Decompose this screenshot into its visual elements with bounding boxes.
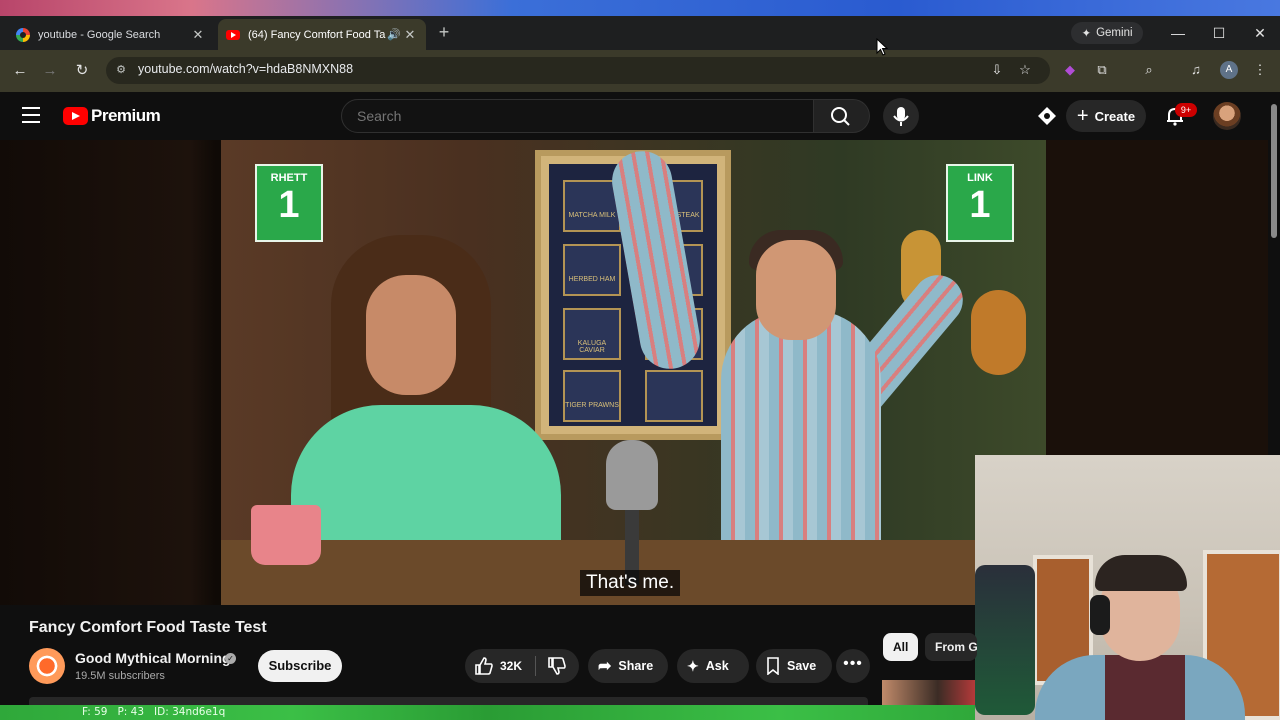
back-arrow-icon[interactable]: ← [10, 61, 30, 81]
tab-title: (64) Fancy Comfort Food Ta [248, 28, 386, 41]
like-count[interactable]: 32K [500, 659, 522, 673]
menu-tile: HERBED HAM [563, 244, 621, 296]
channel-name[interactable]: Good Mythical Morning [75, 650, 231, 666]
description-box-edge[interactable] [29, 697, 868, 705]
desktop-background [0, 0, 1280, 16]
score-value: 1 [278, 184, 300, 226]
create-label: Create [1094, 108, 1136, 124]
stream-stats-text: F: 59 P: 43 ID: 34nd6e1q [82, 706, 226, 718]
voice-search-button[interactable] [883, 98, 919, 134]
maximize-window-icon[interactable]: ☐ [1210, 24, 1228, 42]
share-button[interactable]: ➦ Share [588, 649, 668, 683]
verified-check-icon: ✓ [225, 653, 236, 664]
close-window-icon[interactable]: ✕ [1251, 24, 1269, 42]
hamburger-menu-icon[interactable] [22, 107, 40, 123]
browser-profile-avatar[interactable]: A [1220, 61, 1238, 79]
related-video-thumbnail[interactable] [882, 680, 975, 705]
streamer-webcam-overlay [975, 455, 1280, 720]
close-tab-icon[interactable]: ✕ [190, 27, 206, 43]
menu-tile: KALUGA CAVIAR [563, 308, 621, 360]
search-button[interactable] [814, 99, 870, 133]
search-box [341, 99, 814, 133]
gemini-label: Gemini [1096, 27, 1133, 39]
channel-avatar[interactable] [29, 648, 65, 684]
tab-google-search[interactable]: youtube - Google Search ✕ [8, 19, 214, 50]
youtube-logo-icon[interactable] [63, 107, 88, 125]
chip-from-channel[interactable]: From G [925, 633, 977, 661]
mouse-cursor-icon [876, 38, 888, 56]
scrollbar-thumb[interactable] [1271, 104, 1277, 238]
tab-title: youtube - Google Search [38, 28, 161, 41]
tab-youtube-video[interactable]: (64) Fancy Comfort Food Ta 🔊 ✕ [218, 19, 426, 50]
video-title: Fancy Comfort Food Taste Test [29, 619, 267, 636]
video-caption: That's me. [580, 570, 681, 596]
video-frame[interactable]: MATCHA MILK WAGYU STEAK HERBED HAM ...RO… [221, 140, 1046, 605]
score-name: LINK [967, 172, 993, 184]
ask-button[interactable]: ✦ Ask [677, 649, 749, 683]
audio-playing-icon[interactable]: 🔊 [386, 28, 402, 41]
save-label: Save [787, 659, 817, 673]
new-tab-button[interactable]: + [434, 22, 454, 42]
notification-count-badge: 9+ [1175, 103, 1197, 117]
youtube-apps-icon[interactable] [1037, 106, 1057, 126]
chip-all[interactable]: All [883, 633, 919, 661]
video-player-backdrop-right [1046, 140, 1268, 460]
account-avatar[interactable] [1213, 102, 1241, 130]
search-icon [831, 107, 850, 126]
like-divider [535, 656, 536, 676]
subscriber-count: 19.5M subscribers [75, 670, 165, 682]
studio-microphone [606, 440, 658, 510]
tab-search-icon[interactable]: ⌕ [1140, 61, 1158, 79]
reload-icon[interactable]: ↻ [72, 61, 92, 81]
browser-menu-icon[interactable]: ⋮ [1251, 61, 1269, 79]
gemini-button[interactable]: ✦ Gemini [1071, 22, 1143, 44]
youtube-premium-wordmark[interactable]: Premium [91, 106, 161, 126]
site-info-icon[interactable]: ⚙ [114, 63, 128, 77]
menu-tile: TIGER PRAWNS [563, 370, 621, 422]
share-label: Share [618, 659, 654, 673]
host-link [607, 140, 981, 550]
thumbs-up-icon[interactable] [474, 656, 494, 676]
score-name: RHETT [270, 172, 308, 184]
more-actions-icon[interactable]: ••• [836, 649, 870, 683]
streamer [1035, 555, 1245, 720]
minimize-window-icon[interactable]: — [1169, 24, 1187, 42]
media-controls-icon[interactable]: ♫ [1187, 61, 1205, 79]
save-button[interactable]: Save [756, 649, 832, 683]
pink-mug [251, 505, 321, 565]
ask-label: Ask [705, 659, 729, 673]
score-value: 1 [969, 184, 991, 226]
extension-purple-icon[interactable]: ◆ [1061, 61, 1079, 79]
subscribe-button[interactable]: Subscribe [258, 650, 342, 682]
search-input[interactable] [357, 108, 797, 124]
webcam-figurine [975, 565, 1035, 715]
share-arrow-icon: ➦ [598, 658, 612, 675]
google-favicon-icon [16, 27, 30, 42]
url-text[interactable]: youtube.com/watch?v=hdaB8NMXN88 [138, 62, 353, 76]
thumbs-down-icon[interactable] [547, 656, 567, 676]
bookmark-icon [767, 657, 779, 675]
plus-icon: + [1076, 104, 1089, 127]
score-sign-link: LINK 1 [946, 164, 1014, 242]
bookmark-star-icon[interactable]: ☆ [1016, 61, 1034, 79]
microphone-icon [893, 107, 909, 126]
sparkle-icon: ✦ [687, 657, 699, 674]
forward-arrow-icon[interactable]: → [40, 61, 60, 81]
extensions-puzzle-icon[interactable]: ⧉ [1093, 61, 1111, 79]
install-app-icon[interactable]: ⇩ [988, 61, 1006, 79]
gemini-sparkle-icon: ✦ [1081, 28, 1092, 40]
close-tab-icon[interactable]: ✕ [402, 27, 418, 43]
score-sign-rhett: RHETT 1 [255, 164, 323, 242]
youtube-favicon-icon [226, 29, 240, 40]
create-button[interactable]: + Create [1066, 100, 1146, 132]
